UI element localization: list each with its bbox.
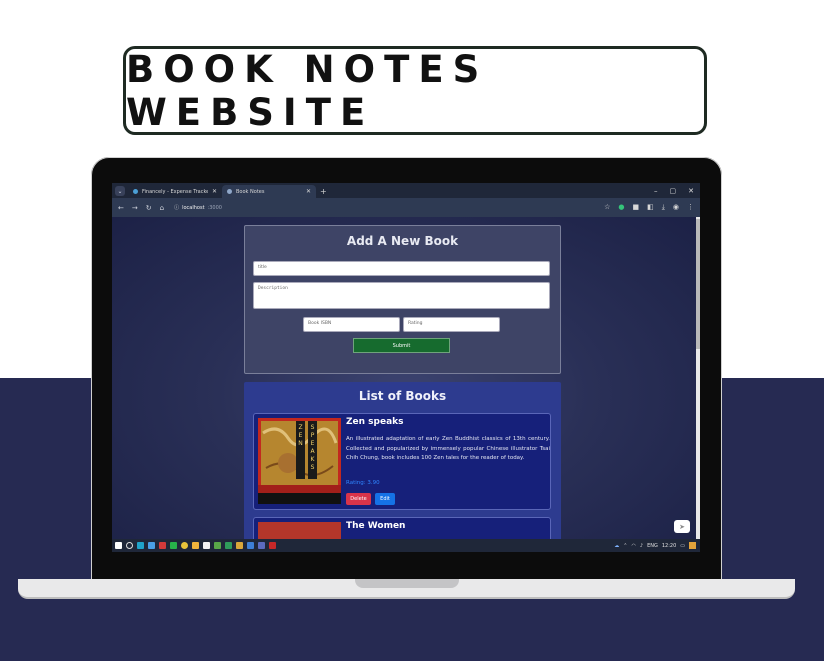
form-heading: Add A New Book <box>346 234 459 248</box>
app-icon[interactable] <box>203 542 210 549</box>
book-card: The Women <box>253 517 551 539</box>
book-description: An illustrated adaptation of early Zen B… <box>346 436 550 461</box>
taskbar: ☁ ⌃ ◠ ♪ ENG 12:20 ▭ <box>112 539 700 552</box>
cover-text: SPEAKS <box>310 424 315 471</box>
tab-financely[interactable]: Financely - Expense Tracker ✕ <box>128 185 222 198</box>
url-field[interactable]: ⓘ localhost:3000 <box>174 204 222 212</box>
app-icon[interactable] <box>192 542 199 549</box>
taskbar-apps <box>112 542 276 549</box>
system-tray: ☁ ⌃ ◠ ♪ ENG 12:20 ▭ <box>614 542 700 549</box>
windows-start-icon[interactable] <box>115 542 122 549</box>
rating-input[interactable]: Rating <box>403 317 500 332</box>
url-port: :3000 <box>207 204 222 211</box>
submit-button[interactable]: Submit <box>353 338 450 353</box>
nav-controls: ← → ↻ ⌂ <box>112 204 164 212</box>
wifi-icon[interactable]: ◠ <box>631 543 635 549</box>
app-icon[interactable] <box>170 542 177 549</box>
language-indicator[interactable]: ENG <box>647 543 658 549</box>
edge-icon[interactable] <box>137 542 144 549</box>
back-icon[interactable]: ← <box>118 204 124 212</box>
app-icon[interactable] <box>225 542 232 549</box>
extension-icon[interactable]: ■ <box>633 203 640 212</box>
url-host: localhost <box>182 204 205 211</box>
close-window-button[interactable]: ✕ <box>688 187 694 195</box>
chevron-up-icon[interactable]: ⌃ <box>623 543 627 549</box>
bookmark-star-icon[interactable]: ☆ <box>604 203 610 212</box>
delete-button[interactable]: Delete <box>346 493 371 505</box>
book-card: ZEN SPEAKS Zen speaks An illustrated ada… <box>253 413 551 510</box>
address-bar-row: ← → ↻ ⌂ ⓘ localhost:3000 ☆ ● ■ ◧ ⤓ ◉ ⋮ <box>112 198 700 217</box>
isbn-input[interactable]: Book ISBN <box>303 317 400 332</box>
download-icon[interactable]: ⤓ <box>662 203 665 212</box>
browser-tab-bar: ⌄ Financely - Expense Tracker ✕ Book Not… <box>112 183 700 198</box>
app-icon[interactable] <box>689 542 696 549</box>
puzzle-icon[interactable]: ◧ <box>647 203 654 212</box>
title-input[interactable]: title <box>253 261 550 276</box>
banner: BOOK NOTES WEBSITE <box>123 46 707 135</box>
close-tab-icon[interactable]: ✕ <box>212 188 217 195</box>
book-title: The Women <box>346 521 406 531</box>
weather-icon[interactable]: ☁ <box>614 543 619 549</box>
tab-label: Book Notes <box>236 188 265 195</box>
minimize-button[interactable]: – <box>654 187 658 195</box>
app-icon[interactable] <box>247 542 254 549</box>
new-tab-button[interactable]: + <box>320 187 327 196</box>
app-icon[interactable] <box>258 542 265 549</box>
book-cover-image: ZEN SPEAKS <box>258 418 341 504</box>
notification-icon[interactable]: ▭ <box>680 543 685 549</box>
volume-icon[interactable]: ♪ <box>640 543 643 549</box>
extension-icon[interactable]: ● <box>618 203 624 212</box>
description-input[interactable]: Description <box>253 282 550 309</box>
app-icon[interactable] <box>148 542 155 549</box>
site-info-icon[interactable]: ⓘ <box>174 204 179 211</box>
app-icon[interactable] <box>269 542 276 549</box>
profile-icon[interactable]: ◉ <box>673 203 679 212</box>
clock[interactable]: 12:20 <box>662 543 676 549</box>
app-icon[interactable] <box>236 542 243 549</box>
globe-icon <box>133 189 138 194</box>
close-tab-icon[interactable]: ✕ <box>306 188 311 195</box>
laptop-notch <box>355 579 459 588</box>
send-icon[interactable]: ➤ <box>674 520 690 533</box>
home-icon[interactable]: ⌂ <box>160 204 164 212</box>
extensions-toolbar: ☆ ● ■ ◧ ⤓ ◉ ⋮ <box>604 203 700 212</box>
web-page: Add A New Book title Description Book IS… <box>112 217 696 539</box>
book-rating: Rating: 3.90 <box>346 480 380 486</box>
banner-title: BOOK NOTES WEBSITE <box>126 47 489 134</box>
maximize-button[interactable]: ▢ <box>670 187 677 195</box>
tab-search-icon[interactable]: ⌄ <box>115 186 125 196</box>
scrollbar-thumb[interactable] <box>696 219 700 349</box>
menu-icon[interactable]: ⋮ <box>687 203 694 212</box>
chrome-icon[interactable] <box>181 542 188 549</box>
laptop-screen: ⌄ Financely - Expense Tracker ✕ Book Not… <box>112 183 700 552</box>
tab-book-notes[interactable]: Book Notes ✕ <box>222 185 316 198</box>
cover-text: ZEN <box>298 424 303 447</box>
globe-icon <box>227 189 232 194</box>
window-controls: – ▢ ✕ <box>654 187 700 198</box>
tab-label: Financely - Expense Tracker <box>142 188 208 195</box>
forward-icon[interactable]: → <box>132 204 138 212</box>
app-icon[interactable] <box>214 542 221 549</box>
app-icon[interactable] <box>159 542 166 549</box>
add-book-form: Add A New Book title Description Book IS… <box>244 225 561 374</box>
search-icon[interactable] <box>126 542 133 549</box>
book-cover-image <box>258 522 341 539</box>
reload-icon[interactable]: ↻ <box>146 204 152 212</box>
list-heading: List of Books <box>358 389 447 403</box>
edit-button[interactable]: Edit <box>375 493 395 505</box>
book-list: List of Books ZEN SPEAKS Zen speaks An i… <box>244 382 561 539</box>
book-title: Zen speaks <box>346 417 404 427</box>
